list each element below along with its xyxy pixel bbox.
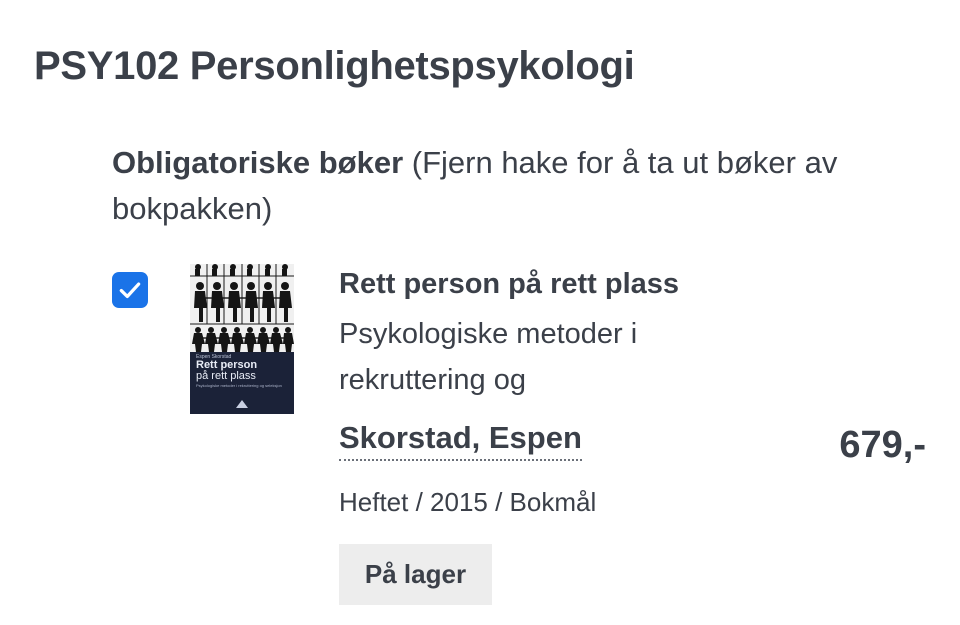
cover-title: Rett person på rett plass — [196, 360, 292, 382]
stock-status-badge: På lager — [339, 544, 492, 605]
author-link[interactable]: Skorstad, Espen — [339, 420, 582, 461]
cover-photo — [190, 264, 294, 352]
section-heading-strong: Obligatoriske bøker — [112, 145, 404, 180]
book-title[interactable]: Rett person på rett plass — [339, 268, 679, 301]
book-price: 679,- — [839, 424, 926, 466]
include-book-checkbox[interactable] — [112, 272, 148, 308]
book-subtitle: Psykologiske metoder i rekruttering og — [339, 318, 638, 396]
cover-title-line2: på rett plass — [196, 370, 256, 382]
publisher-logo — [236, 400, 248, 408]
section-heading: Obligatoriske bøker (Fjern hake for å ta… — [112, 140, 932, 232]
book-meta: Heftet / 2015 / Bokmål — [339, 487, 597, 517]
checkmark-icon — [119, 282, 141, 299]
book-cover[interactable]: Espen Skorstad Rett person på rett plass… — [190, 264, 294, 414]
cover-subtitle: Psykologiske metoder i rekruttering og s… — [196, 383, 282, 388]
course-title: PSY102 Personlighetspsykologi — [34, 44, 635, 88]
